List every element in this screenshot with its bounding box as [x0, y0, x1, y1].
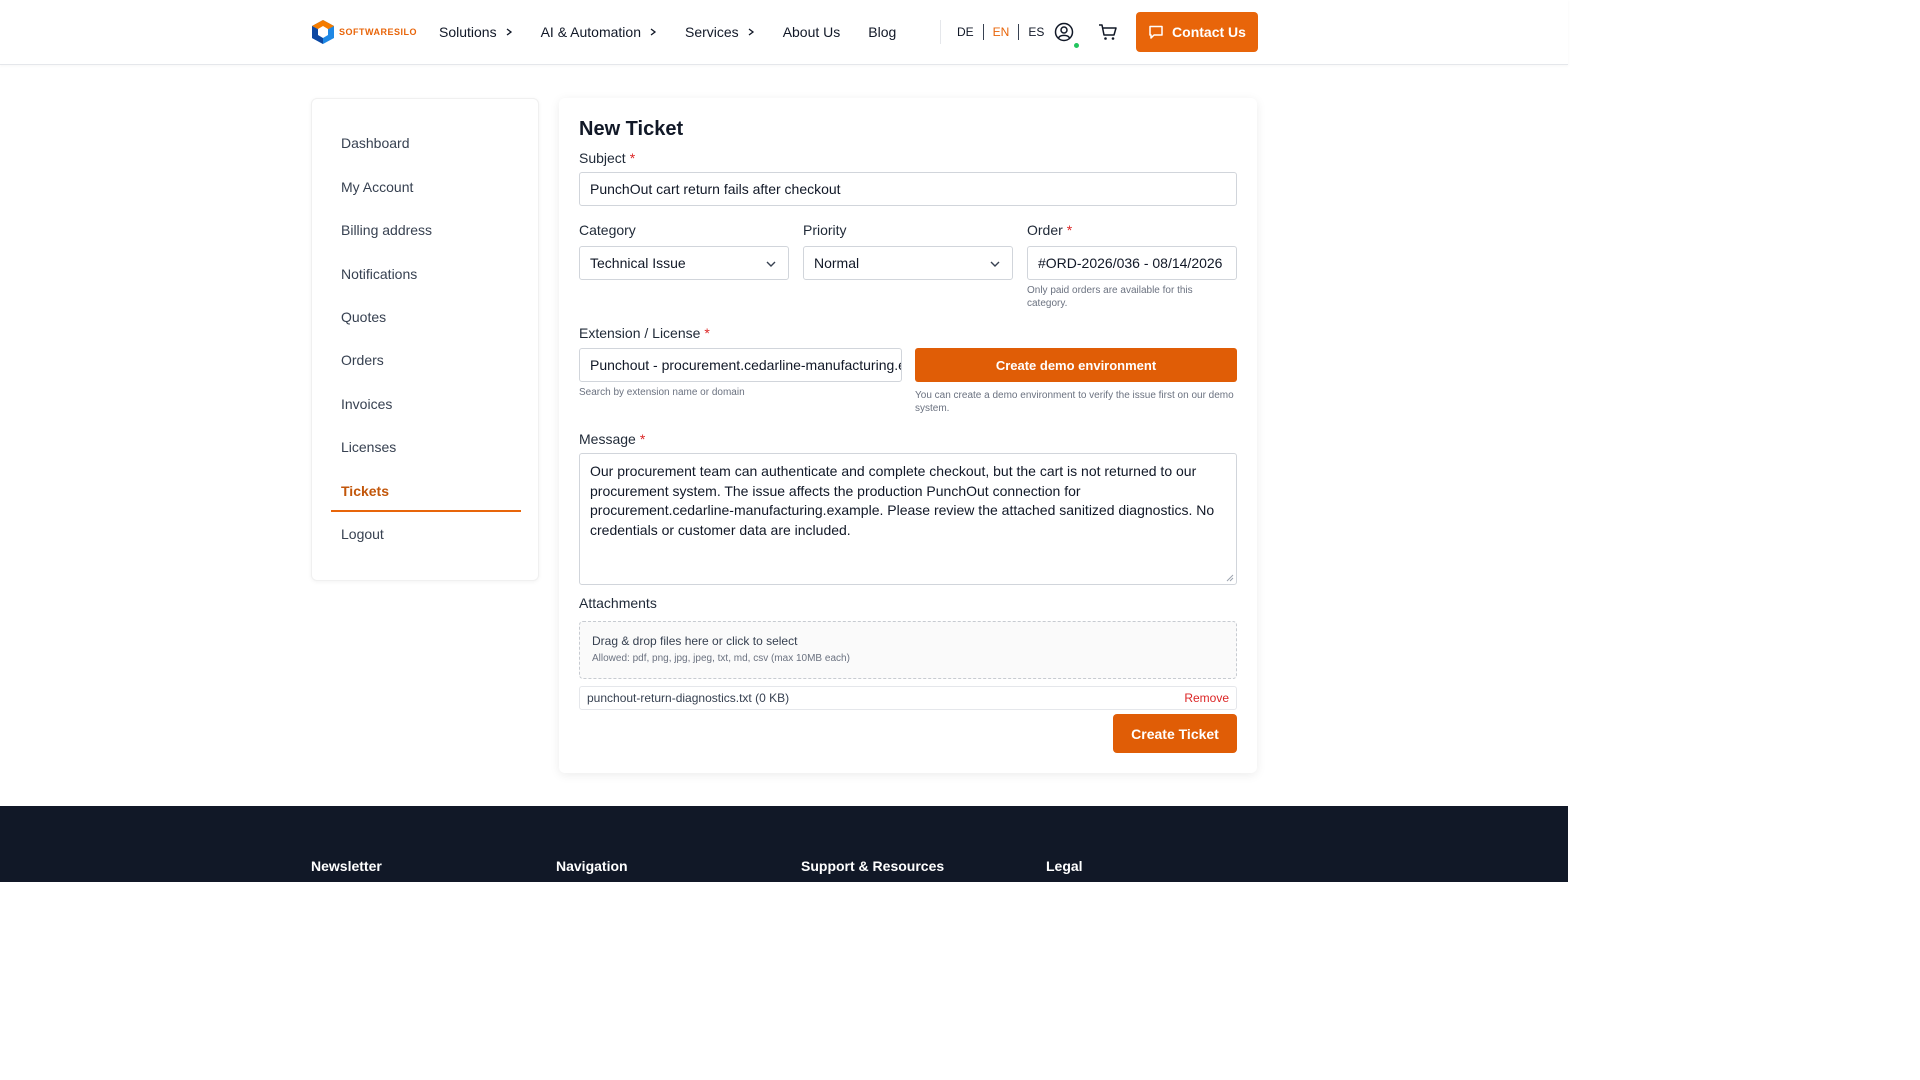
user-account-icon[interactable]	[1054, 22, 1074, 42]
chevron-down-icon	[766, 261, 776, 267]
footer-heading-navigation: Navigation	[556, 858, 628, 874]
dropzone-allowed-types: Allowed: pdf, png, jpg, jpeg, txt, md, c…	[592, 653, 850, 664]
sidebar-item-licenses[interactable]: Licenses	[341, 439, 396, 455]
sidebar-item-billing-address[interactable]: Billing address	[341, 222, 432, 238]
dropzone-text: Drag & drop files here or click to selec…	[592, 634, 798, 648]
sidebar-item-tickets[interactable]: Tickets	[341, 483, 389, 499]
category-select[interactable]: Technical Issue	[579, 246, 789, 280]
nav-item-about-us[interactable]: About Us	[783, 24, 841, 40]
chat-icon	[1149, 25, 1163, 39]
order-select[interactable]: #ORD-2026/036 - 08/14/2026	[1027, 246, 1237, 280]
subject-label: Subject *	[579, 150, 635, 166]
subject-input[interactable]: PunchOut cart return fails after checkou…	[579, 172, 1237, 206]
message-textarea[interactable]: Our procurement team can authenticate an…	[579, 453, 1237, 585]
nav-item-services[interactable]: Services	[685, 24, 755, 40]
file-dropzone[interactable]: Drag & drop files here or click to selec…	[579, 621, 1237, 679]
logo-text: SOFTWARESILO	[339, 27, 417, 37]
chevron-right-icon	[748, 28, 754, 36]
logo[interactable]: SOFTWARESILO	[311, 18, 417, 46]
account-sidebar: Dashboard My Account Billing address Not…	[311, 98, 539, 581]
cart-icon[interactable]	[1098, 23, 1118, 41]
contact-label: Contact Us	[1172, 24, 1246, 40]
chevron-down-icon	[990, 261, 1000, 267]
label-text: Subject	[579, 150, 626, 166]
message-label: Message *	[579, 431, 645, 447]
label-text: Extension / License	[579, 325, 701, 341]
sidebar-item-orders[interactable]: Orders	[341, 352, 384, 368]
required-mark: *	[629, 150, 636, 166]
resize-handle-icon[interactable]	[1226, 574, 1234, 582]
nav-label: About Us	[782, 24, 841, 40]
priority-select[interactable]: Normal	[803, 246, 1013, 280]
sidebar-item-logout[interactable]: Logout	[341, 526, 384, 542]
nav-label: Solutions	[439, 24, 497, 40]
footer-heading-support: Support & Resources	[801, 858, 945, 874]
nav-item-blog[interactable]: Blog	[868, 24, 896, 40]
create-demo-environment-button[interactable]: Create demo environment	[915, 348, 1237, 382]
logo-icon	[312, 20, 334, 44]
nav-item-ai-automation[interactable]: AI & Automation	[541, 24, 657, 40]
site-footer: Newsletter Navigation Support & Resource…	[0, 806, 1568, 882]
page-title: New Ticket	[579, 118, 684, 140]
required-mark: *	[639, 431, 646, 447]
main-nav: Solutions AI & Automation Services About…	[439, 0, 924, 64]
create-ticket-button[interactable]: Create Ticket	[1113, 714, 1237, 753]
attachment-item: punchout-return-diagnostics.txt (0 KB) R…	[579, 686, 1237, 710]
nav-label: Services	[685, 24, 739, 40]
label-text: Order	[1027, 222, 1063, 238]
extension-hint: Search by extension name or domain	[579, 387, 745, 398]
chevron-right-icon	[506, 28, 512, 36]
online-status-dot	[1073, 42, 1080, 49]
sidebar-item-invoices[interactable]: Invoices	[341, 396, 392, 412]
order-label: Order *	[1027, 222, 1072, 238]
attachment-filename: punchout-return-diagnostics.txt (0 KB)	[587, 691, 790, 705]
lang-en[interactable]: EN	[993, 25, 1010, 39]
lang-de[interactable]: DE	[957, 25, 974, 39]
header-divider	[940, 20, 941, 44]
lang-es[interactable]: ES	[1028, 25, 1044, 39]
lang-separator	[982, 24, 984, 40]
new-ticket-card: New Ticket Subject * PunchOut cart return…	[559, 98, 1257, 773]
select-value: Normal	[814, 255, 860, 271]
footer-heading-newsletter: Newsletter	[311, 858, 382, 874]
language-switcher: DE EN ES	[957, 0, 1044, 64]
nav-label: AI & Automation	[540, 24, 641, 40]
chevron-right-icon	[650, 28, 657, 36]
message-text: Our procurement team can authenticate an…	[590, 463, 1215, 538]
extension-search-input[interactable]: Punchout - procurement.cedarline-manufac…	[579, 348, 902, 382]
order-hint: Only paid orders are available for this …	[1027, 285, 1193, 309]
required-mark: *	[1066, 222, 1073, 238]
sidebar-item-quotes[interactable]: Quotes	[341, 309, 386, 325]
attachments-label: Attachments	[579, 595, 657, 611]
remove-attachment-button[interactable]: Remove	[1184, 691, 1229, 705]
label-text: Message	[579, 431, 636, 447]
nav-label: Blog	[868, 24, 897, 40]
active-indicator	[331, 510, 521, 512]
nav-item-solutions[interactable]: Solutions	[439, 24, 513, 40]
extension-label: Extension / License *	[579, 325, 710, 341]
required-mark: *	[704, 325, 710, 341]
lang-separator	[1018, 24, 1020, 40]
sidebar-item-notifications[interactable]: Notifications	[341, 266, 417, 282]
category-label: Category	[579, 222, 636, 238]
footer-heading-legal: Legal	[1046, 858, 1083, 874]
priority-label: Priority	[803, 222, 847, 238]
site-header: SOFTWARESILO Solutions AI & Automation S…	[0, 0, 1568, 65]
contact-us-button[interactable]: Contact Us	[1136, 12, 1258, 52]
select-value: Technical Issue	[590, 255, 686, 271]
sidebar-item-dashboard[interactable]: Dashboard	[341, 135, 410, 151]
demo-hint: You can create a demo environment to ver…	[915, 390, 1234, 414]
sidebar-item-my-account[interactable]: My Account	[341, 179, 413, 195]
